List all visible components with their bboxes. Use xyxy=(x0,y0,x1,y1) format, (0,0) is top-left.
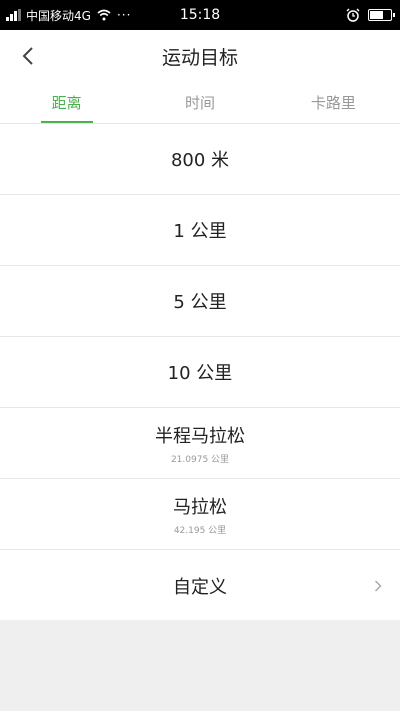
option-label: 半程马拉松 xyxy=(155,425,245,447)
app-header: 运动目标 xyxy=(0,30,400,82)
option-custom[interactable]: 自定义 xyxy=(0,550,400,621)
more-dots-icon: ··· xyxy=(116,8,132,22)
option-label: 自定义 xyxy=(173,576,227,598)
chevron-left-icon xyxy=(22,47,33,65)
option-label: 1 公里 xyxy=(173,221,227,242)
goal-options-list: 800 米 1 公里 5 公里 10 公里 半程马拉松 21.0975 公里 马… xyxy=(0,124,400,621)
alarm-icon xyxy=(346,8,360,22)
status-left: 中国移动4G ··· xyxy=(0,7,160,24)
option-sublabel: 21.0975 公里 xyxy=(170,454,230,465)
option-sublabel: 42.195 公里 xyxy=(173,525,227,536)
option-label: 马拉松 xyxy=(173,496,227,518)
chevron-right-icon xyxy=(374,579,382,592)
option-800m[interactable]: 800 米 xyxy=(0,124,400,195)
tab-time[interactable]: 时间 xyxy=(133,82,266,123)
signal-icon xyxy=(6,9,22,21)
option-label: 5 公里 xyxy=(173,292,227,313)
status-bar: 中国移动4G ··· 15:18 xyxy=(0,0,400,30)
option-10km[interactable]: 10 公里 xyxy=(0,337,400,408)
tab-distance[interactable]: 距离 xyxy=(0,82,133,123)
carrier-label: 中国移动4G xyxy=(26,8,91,23)
option-marathon[interactable]: 马拉松 42.195 公里 xyxy=(0,479,400,550)
option-label: 10 公里 xyxy=(167,363,233,384)
tab-bar: 距离 时间 卡路里 xyxy=(0,82,400,124)
option-label: 800 米 xyxy=(170,150,230,171)
option-1km[interactable]: 1 公里 xyxy=(0,195,400,266)
tab-calories[interactable]: 卡路里 xyxy=(267,82,400,123)
wifi-icon xyxy=(97,9,111,21)
option-5km[interactable]: 5 公里 xyxy=(0,266,400,337)
back-button[interactable] xyxy=(10,38,46,74)
option-half-marathon[interactable]: 半程马拉松 21.0975 公里 xyxy=(0,408,400,479)
bottom-empty-area xyxy=(0,620,400,711)
page-title: 运动目标 xyxy=(161,46,238,69)
battery-icon xyxy=(368,9,395,21)
status-right xyxy=(346,0,395,30)
